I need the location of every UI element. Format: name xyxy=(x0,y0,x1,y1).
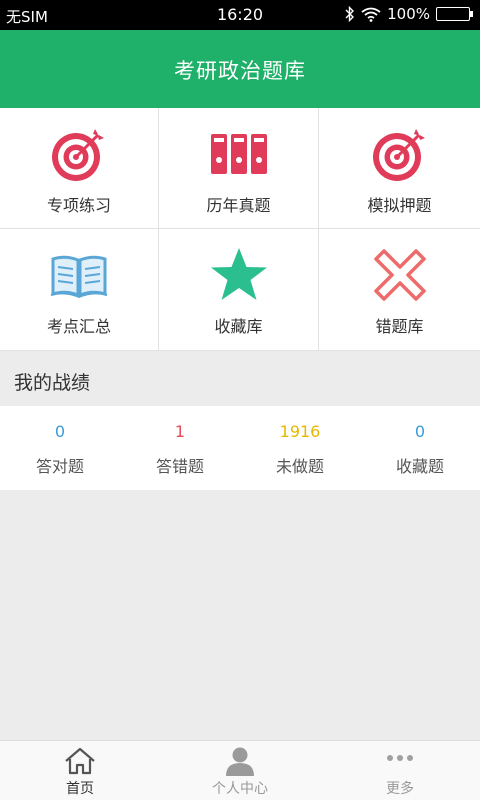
grid-item-label: 历年真题 xyxy=(206,196,271,215)
more-icon xyxy=(387,755,413,761)
tab-label: 首页 xyxy=(66,781,94,797)
stat-value: 1 xyxy=(174,422,186,441)
home-icon xyxy=(65,747,95,775)
wifi-icon xyxy=(361,7,381,22)
stats-section-header: 我的战绩 xyxy=(0,351,480,406)
grid-item-mock-predict[interactable]: 模拟押题 xyxy=(319,108,480,229)
status-right: 100% xyxy=(345,5,473,23)
binders-icon xyxy=(210,134,267,174)
stat-label: 未做题 xyxy=(275,457,324,476)
target-icon xyxy=(52,129,104,181)
stat-correct[interactable]: 0 答对题 xyxy=(0,406,120,477)
empty-content-area xyxy=(0,490,480,740)
stats-panel: 0 答对题 1 答错题 1916 未做题 0 收藏题 xyxy=(0,406,480,490)
star-icon xyxy=(210,248,267,300)
app-header: 考研政治题库 xyxy=(0,30,480,108)
tab-profile[interactable]: 个人中心 xyxy=(160,741,320,800)
grid-item-favorites[interactable]: 收藏库 xyxy=(159,229,319,351)
grid-item-label: 考点汇总 xyxy=(46,317,111,336)
tab-more[interactable]: 更多 xyxy=(320,741,480,800)
cross-icon xyxy=(373,249,426,301)
stat-value: 0 xyxy=(54,422,66,441)
stat-label: 收藏题 xyxy=(395,457,444,476)
tab-label: 更多 xyxy=(386,781,414,797)
bluetooth-icon xyxy=(345,6,355,22)
target-icon xyxy=(372,129,425,181)
stat-label: 答对题 xyxy=(35,457,84,476)
book-icon xyxy=(50,255,108,299)
grid-item-topic-practice[interactable]: 专项练习 xyxy=(0,108,159,229)
stat-undone[interactable]: 1916 未做题 xyxy=(240,406,360,477)
grid-item-key-points[interactable]: 考点汇总 xyxy=(0,229,159,351)
grid-item-label: 模拟押题 xyxy=(367,196,432,215)
status-bar: 无SIM 16:20 100% xyxy=(0,0,480,30)
grid-item-wrong-answers[interactable]: 错题库 xyxy=(319,229,480,351)
stat-label: 答错题 xyxy=(155,457,204,476)
grid-item-label: 专项练习 xyxy=(46,196,111,215)
tab-home[interactable]: 首页 xyxy=(0,741,160,800)
bottom-tab-bar: 首页 个人中心 更多 xyxy=(0,740,480,800)
feature-grid: 专项练习 历年真题 模拟押题 考点汇总 收藏库 错题库 xyxy=(0,108,480,351)
stat-value: 1916 xyxy=(279,422,321,441)
page-title: 考研政治题库 xyxy=(174,59,306,83)
grid-item-past-exams[interactable]: 历年真题 xyxy=(159,108,319,229)
stat-value: 0 xyxy=(414,422,426,441)
section-title: 我的战绩 xyxy=(14,372,91,394)
tab-label: 个人中心 xyxy=(212,781,268,797)
grid-item-label: 收藏库 xyxy=(214,317,263,336)
grid-item-label: 错题库 xyxy=(375,317,424,336)
battery-percent: 100% xyxy=(387,5,430,23)
person-icon xyxy=(226,747,254,776)
battery-icon xyxy=(436,7,473,21)
stat-favorited[interactable]: 0 收藏题 xyxy=(360,406,480,477)
stat-wrong[interactable]: 1 答错题 xyxy=(120,406,240,477)
